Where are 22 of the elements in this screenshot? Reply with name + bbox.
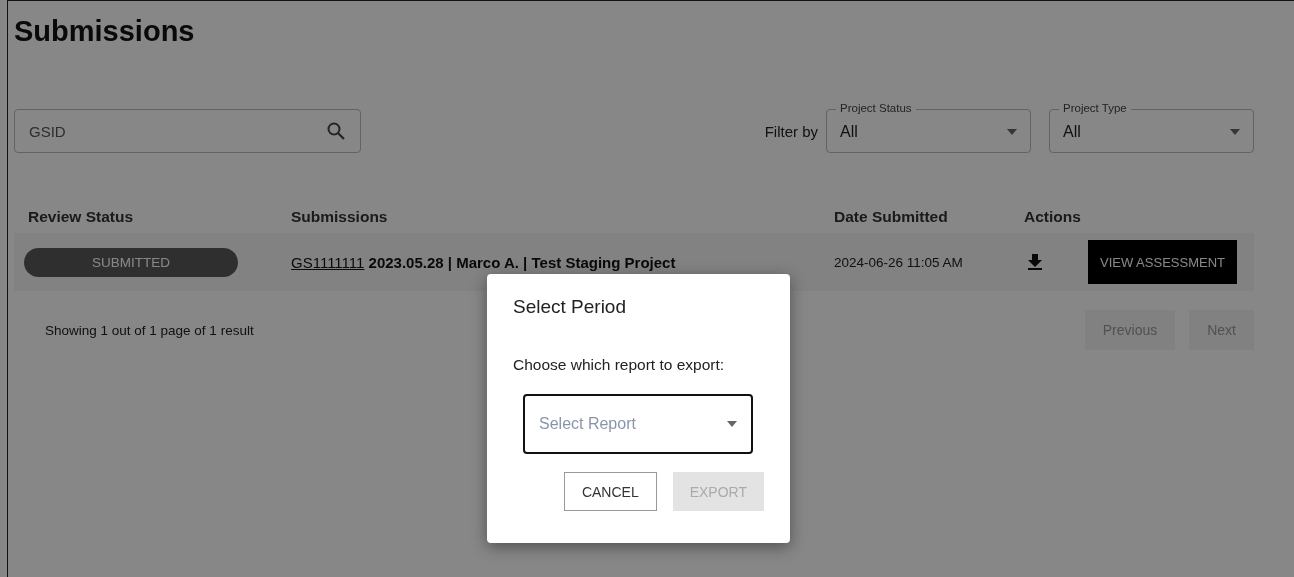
submission-title: GS1111111 2023.05.28 | Marco A. | Test Staging Project <box>290 253 677 271</box>
search-field[interactable]: GSID <box>14 109 361 153</box>
caret-icon <box>1230 129 1240 135</box>
dialog-title: Select Period <box>513 296 626 318</box>
caret-icon <box>727 421 737 427</box>
pagination-summary: Showing 1 out of 1 page of 1 result <box>44 322 254 338</box>
page-title: Submissions <box>14 14 196 49</box>
download-icon[interactable] <box>1028 254 1042 270</box>
caret-icon <box>1007 129 1017 135</box>
column-header: Review Status <box>27 208 135 226</box>
dialog-button[interactable]: CANCEL <box>563 472 657 511</box>
gsid-link[interactable]: GS1111111 <box>291 253 365 271</box>
date-cell-text: 2024-06-26 11:05 AM <box>833 254 964 270</box>
column-header: Submissions <box>290 208 389 226</box>
view-assessment-button[interactable]: VIEW ASSESSMENT <box>1088 240 1237 284</box>
dialog-prompt: Choose which report to export: <box>513 356 725 374</box>
column-header: Actions <box>1023 208 1082 226</box>
search-icon[interactable] <box>327 122 345 140</box>
column-header: Date Submitted <box>833 208 949 226</box>
report-select[interactable]: Select Report <box>523 394 753 454</box>
filter-label: Filter by <box>764 122 818 140</box>
status-badge: SUBMITTED <box>24 247 238 277</box>
